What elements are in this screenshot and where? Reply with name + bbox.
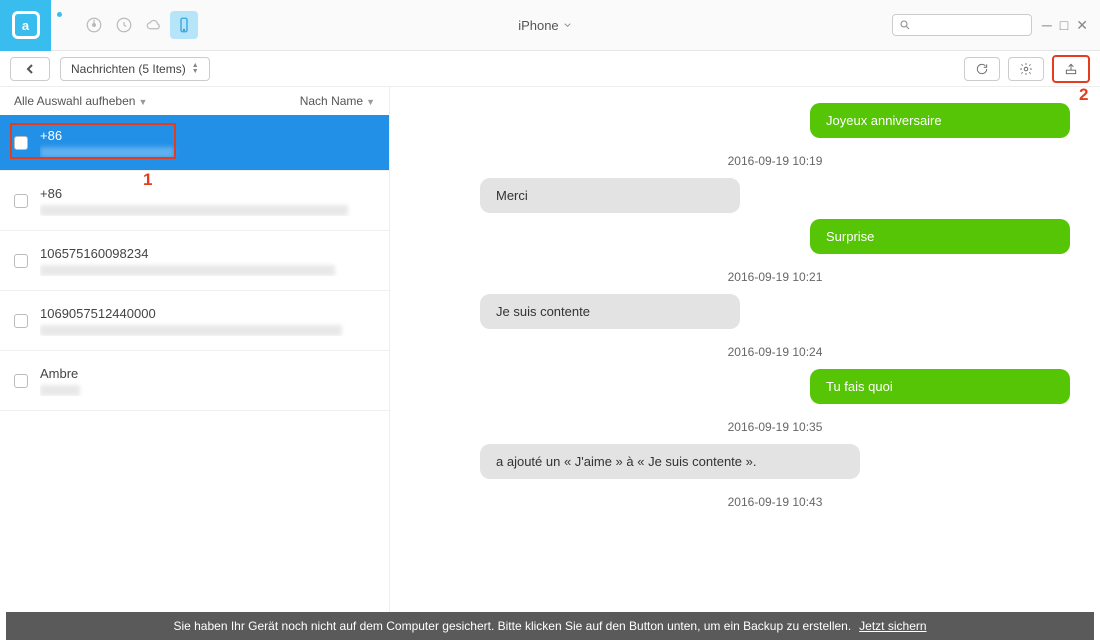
msg-out: Joyeux anniversaire <box>810 103 1070 138</box>
window-close-icon[interactable]: ✕ <box>1076 17 1088 34</box>
main-area: Alle Auswahl aufheben▼ Nach Name▼ +86 +8… <box>0 87 1100 612</box>
msg-timestamp: 2016-09-19 10:43 <box>480 495 1070 509</box>
conversation-row[interactable]: 106575160098234 <box>0 231 389 291</box>
secondary-toolbar: Nachrichten (5 Items) ▲▼ <box>0 51 1100 87</box>
search-input[interactable] <box>892 14 1032 36</box>
backup-banner: Sie haben Ihr Gerät noch nicht auf dem C… <box>6 612 1094 640</box>
annotation-step-1: 1 <box>143 170 152 190</box>
msg-out: Surprise <box>810 219 1070 254</box>
annotation-step-2: 2 <box>1079 85 1088 105</box>
window-maximize-icon[interactable]: □ <box>1060 17 1068 34</box>
row-checkbox[interactable] <box>14 314 28 328</box>
conversation-row[interactable]: Ambre <box>0 351 389 411</box>
back-button[interactable] <box>10 57 50 81</box>
breadcrumb[interactable]: Nachrichten (5 Items) ▲▼ <box>60 57 210 81</box>
deselect-all-link[interactable]: Alle Auswahl aufheben▼ <box>14 94 147 108</box>
export-button[interactable] <box>1052 55 1090 83</box>
logo-dot <box>57 12 62 17</box>
row-checkbox[interactable] <box>14 254 28 268</box>
row-checkbox[interactable] <box>14 374 28 388</box>
window-minimize-icon[interactable]: ─ <box>1042 17 1052 34</box>
msg-timestamp: 2016-09-19 10:19 <box>480 154 1070 168</box>
msg-in: Merci <box>480 178 740 213</box>
conversation-row[interactable]: +86 <box>0 115 389 171</box>
top-toolbar: a iPhone ─ □ ✕ <box>0 0 1100 51</box>
msg-timestamp: 2016-09-19 10:21 <box>480 270 1070 284</box>
device-title[interactable]: iPhone <box>198 18 892 33</box>
refresh-button[interactable] <box>964 57 1000 81</box>
msg-in: Je suis contente <box>480 294 740 329</box>
msg-timestamp: 2016-09-19 10:24 <box>480 345 1070 359</box>
conversation-sidebar: Alle Auswahl aufheben▼ Nach Name▼ +86 +8… <box>0 87 390 612</box>
settings-button[interactable] <box>1008 57 1044 81</box>
row-checkbox[interactable] <box>14 194 28 208</box>
conversation-row[interactable]: +86 <box>0 171 389 231</box>
conversation-row[interactable]: 1069057512440000 <box>0 291 389 351</box>
msg-timestamp: 2016-09-19 10:35 <box>480 420 1070 434</box>
sort-dropdown[interactable]: Nach Name▼ <box>300 94 375 108</box>
backup-now-link[interactable]: Jetzt sichern <box>859 619 926 633</box>
tab-device-icon[interactable] <box>170 11 198 39</box>
tab-cloud-icon[interactable] <box>140 11 168 39</box>
tab-music-icon[interactable] <box>80 11 108 39</box>
message-pane: Joyeux anniversaire 2016-09-19 10:19 Mer… <box>390 87 1100 612</box>
backup-banner-text: Sie haben Ihr Gerät noch nicht auf dem C… <box>173 619 851 633</box>
app-logo: a <box>0 0 51 51</box>
msg-in: a ajouté un « J'aime » à « Je suis conte… <box>480 444 860 479</box>
tab-history-icon[interactable] <box>110 11 138 39</box>
breadcrumb-label: Nachrichten (5 Items) <box>71 62 186 76</box>
highlight-box-1 <box>10 123 176 159</box>
msg-out: Tu fais quoi <box>810 369 1070 404</box>
